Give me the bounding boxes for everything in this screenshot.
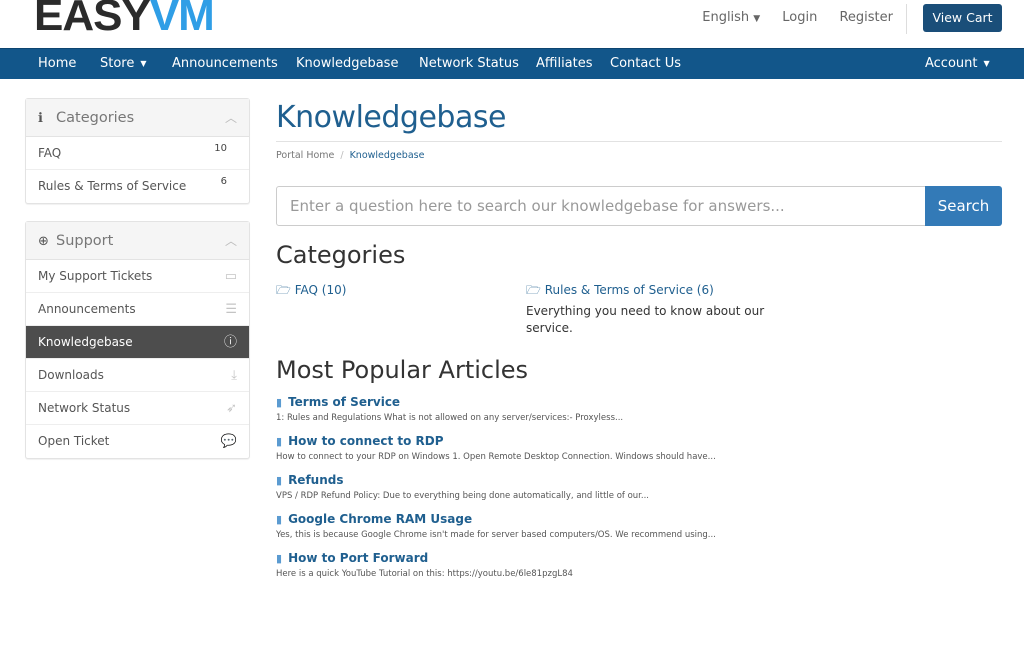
- document-icon: ▮: [276, 474, 283, 487]
- title-divider: [276, 141, 1002, 142]
- support-panel-title: Support: [56, 233, 114, 249]
- info-icon: ⓘ: [223, 335, 237, 350]
- sidebar-item-label: Announcements: [38, 302, 136, 316]
- article-item[interactable]: ▮ How to Port Forward Here is a quick You…: [276, 551, 1016, 580]
- divider: [906, 4, 907, 34]
- nav-account-label: Account: [925, 56, 978, 71]
- comments-icon: 💬: [220, 434, 237, 449]
- folder-open-icon: 🗁: [526, 283, 545, 297]
- article-excerpt: Yes, this is because Google Chrome isn't…: [276, 530, 716, 540]
- article-item[interactable]: ▮ How to connect to RDP How to connect to…: [276, 434, 1016, 463]
- article-excerpt: How to connect to your RDP on Windows 1.…: [276, 452, 716, 462]
- document-icon: ▮: [276, 513, 283, 526]
- article-excerpt: Here is a quick YouTube Tutorial on this…: [276, 569, 573, 579]
- sidebar-item-open-ticket[interactable]: Open Ticket 💬: [26, 425, 249, 458]
- search-button[interactable]: Search: [925, 186, 1002, 226]
- category-faq[interactable]: 🗁 FAQ (10): [276, 281, 346, 302]
- support-panel-header[interactable]: ⊕ Support ︿: [26, 222, 249, 260]
- nav-network-status[interactable]: Network Status: [419, 49, 519, 80]
- nav-home[interactable]: Home: [38, 49, 76, 80]
- count-badge: 10: [214, 143, 227, 154]
- breadcrumb-separator: /: [340, 150, 344, 161]
- view-cart-button[interactable]: View Cart: [923, 4, 1002, 32]
- article-title-link[interactable]: Google Chrome RAM Usage: [288, 512, 472, 526]
- login-link[interactable]: Login: [782, 10, 817, 25]
- nav-store[interactable]: Store ▼: [100, 49, 147, 80]
- site-logo[interactable]: EASYVM: [34, 0, 215, 40]
- page-title: Knowledgebase: [276, 100, 506, 135]
- article-item[interactable]: ▮ Refunds VPS / RDP Refund Policy: Due to…: [276, 473, 1016, 502]
- search-input[interactable]: Enter a question here to search our know…: [276, 186, 926, 226]
- article-title-link[interactable]: Terms of Service: [288, 395, 400, 409]
- article-excerpt: VPS / RDP Refund Policy: Due to everythi…: [276, 491, 649, 501]
- sidebar-item-label: FAQ: [38, 146, 62, 160]
- nav-affiliates[interactable]: Affiliates: [536, 49, 593, 80]
- category-link[interactable]: Rules & Terms of Service (6): [545, 283, 714, 297]
- document-icon: ▮: [276, 396, 283, 409]
- breadcrumb: Portal Home / Knowledgebase: [276, 150, 424, 161]
- document-icon: ▮: [276, 435, 283, 448]
- ticket-icon: ▭: [224, 269, 237, 284]
- nav-contact-us[interactable]: Contact Us: [610, 49, 681, 80]
- sidebar-item-label: My Support Tickets: [38, 269, 153, 283]
- article-item[interactable]: ▮ Google Chrome RAM Usage Yes, this is be…: [276, 512, 1016, 541]
- main-navbar: Home Store ▼ Announcements Knowledgebase …: [0, 48, 1024, 79]
- article-title-link[interactable]: How to connect to RDP: [288, 434, 443, 448]
- sidebar-item-label: Rules & Terms of Service: [38, 179, 187, 193]
- sidebar-item-label: Downloads: [38, 368, 104, 382]
- language-label: English: [702, 10, 750, 25]
- folder-open-icon: 🗁: [276, 283, 295, 297]
- sidebar-item-downloads[interactable]: Downloads ⤓: [26, 359, 249, 392]
- article-title-link[interactable]: Refunds: [288, 473, 343, 487]
- nav-knowledgebase[interactable]: Knowledgebase: [296, 49, 398, 80]
- logo-text-easy: EASY: [34, 0, 151, 40]
- sidebar-item-label: Knowledgebase: [38, 335, 133, 349]
- logo-text-vm: VM: [149, 0, 215, 40]
- sidebar-categories-panel: ℹ Categories ︿ FAQ 10 Rules & Terms of Se…: [25, 98, 250, 204]
- article-item[interactable]: ▮ Terms of Service 1: Rules and Regulatio…: [276, 395, 1016, 424]
- sidebar-item-announcements[interactable]: Announcements ☰: [26, 293, 249, 326]
- caret-down-icon: ▼: [983, 59, 990, 68]
- nav-store-label: Store: [100, 56, 135, 71]
- top-header: EASYVM English ▼ Login Register View Cart: [0, 0, 1024, 48]
- sidebar-item-knowledgebase[interactable]: Knowledgebase ⓘ: [26, 326, 249, 359]
- list-icon: ☰: [225, 302, 237, 317]
- top-links: English ▼ Login Register: [666, 4, 907, 34]
- sidebar-item-faq[interactable]: FAQ 10: [26, 137, 249, 170]
- count-badge: 6: [220, 176, 227, 187]
- article-title-link[interactable]: How to Port Forward: [288, 551, 428, 565]
- breadcrumb-home-link[interactable]: Portal Home: [276, 150, 334, 161]
- chevron-up-icon[interactable]: ︿: [225, 222, 237, 260]
- info-icon: ℹ: [38, 111, 43, 126]
- sidebar-item-network-status[interactable]: Network Status ➶: [26, 392, 249, 425]
- breadcrumb-current[interactable]: Knowledgebase: [350, 150, 425, 161]
- register-link[interactable]: Register: [839, 10, 893, 25]
- document-icon: ▮: [276, 552, 283, 565]
- categories-heading: Categories: [276, 241, 406, 269]
- nav-account[interactable]: Account ▼: [925, 49, 990, 80]
- sidebar-item-label: Open Ticket: [38, 434, 110, 448]
- popular-articles-heading: Most Popular Articles: [276, 356, 529, 384]
- sidebar-item-rules[interactable]: Rules & Terms of Service 6: [26, 170, 249, 203]
- life-ring-icon: ⊕: [38, 234, 49, 249]
- nav-announcements[interactable]: Announcements: [172, 49, 278, 80]
- caret-down-icon: ▼: [753, 14, 761, 24]
- category-link[interactable]: FAQ (10): [295, 283, 347, 297]
- sidebar-item-my-support-tickets[interactable]: My Support Tickets ▭: [26, 260, 249, 293]
- caret-down-icon: ▼: [140, 59, 147, 68]
- article-excerpt: 1: Rules and Regulations What is not all…: [276, 413, 624, 423]
- categories-panel-title: Categories: [56, 110, 135, 126]
- download-icon: ⤓: [231, 368, 237, 383]
- rocket-icon: ➶: [226, 401, 237, 416]
- sidebar-support-panel: ⊕ Support ︿ My Support Tickets ▭ Announce…: [25, 221, 250, 459]
- category-description: Everything you need to know about our se…: [526, 304, 765, 335]
- category-rules[interactable]: 🗁 Rules & Terms of Service (6) Everythin…: [526, 281, 766, 337]
- language-selector[interactable]: English ▼: [684, 10, 760, 25]
- sidebar-item-label: Network Status: [38, 401, 131, 415]
